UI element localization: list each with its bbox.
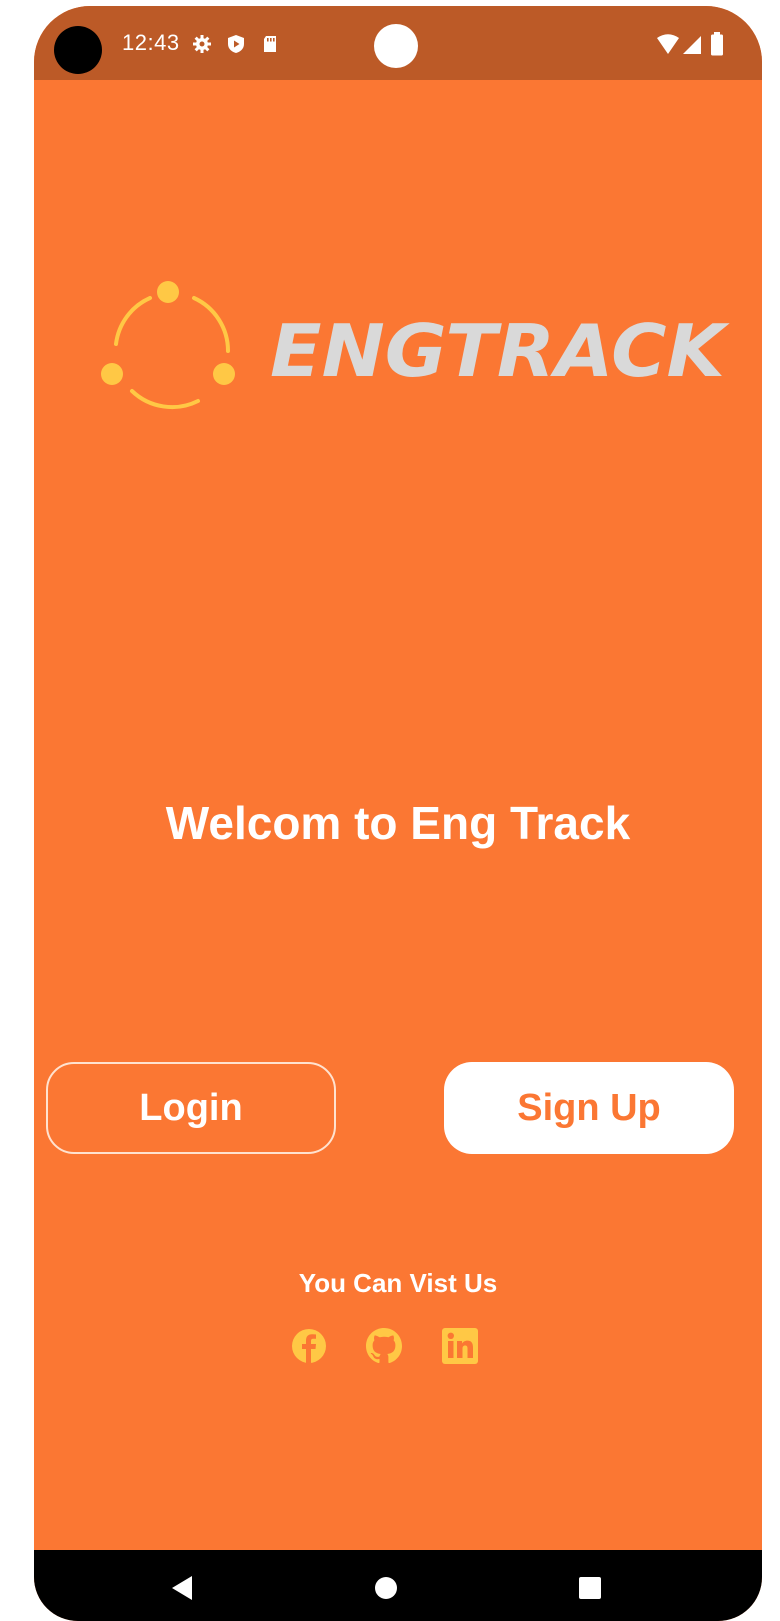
brand-name: ENGTRACK [270,309,730,393]
shield-play-icon [228,35,244,53]
system-nav-bar [34,1550,762,1621]
linkedin-icon[interactable] [440,1326,480,1366]
login-button[interactable]: Login [46,1062,336,1154]
facebook-icon[interactable] [289,1326,329,1366]
brand-wordmark: ENGTRACK [270,309,730,393]
battery-icon [711,32,723,56]
wifi-icon [657,34,679,54]
gear-icon [193,35,211,53]
signal-icon [683,36,701,54]
login-button-label: Login [139,1086,243,1129]
orbit-dots-icon [101,281,235,410]
phone-screen: 12:43 ENGTRACK Welcom to Eng Track Login… [34,6,762,1621]
front-sensor [374,24,418,68]
status-time: 12:43 [122,30,180,55]
signup-button[interactable]: Sign Up [444,1062,734,1154]
visit-us-label: You Can Vist Us [298,1268,498,1298]
back-icon[interactable] [164,1570,200,1606]
sd-card-icon [264,36,276,52]
welcome-title: Welcom to Eng Track [165,797,631,849]
status-bar: 12:43 [34,6,762,80]
recents-icon[interactable] [572,1570,608,1606]
github-icon[interactable] [364,1326,404,1366]
signup-button-label: Sign Up [517,1086,661,1129]
home-icon[interactable] [368,1570,404,1606]
camera-cutout [54,26,102,74]
